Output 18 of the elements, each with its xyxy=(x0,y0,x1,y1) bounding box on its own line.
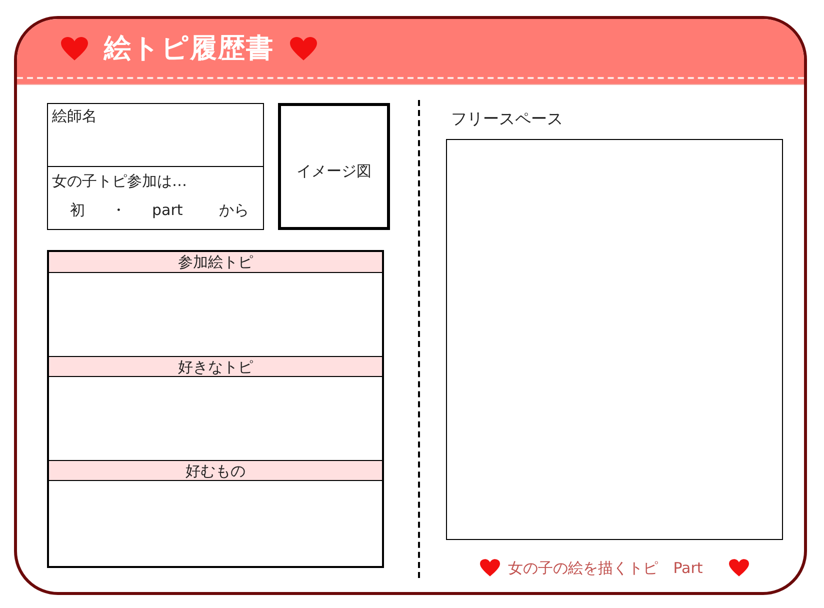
name-field[interactable]: 絵師名 xyxy=(48,104,263,167)
free-space-box[interactable] xyxy=(446,139,783,540)
image-label: イメージ図 xyxy=(296,161,372,182)
heart-icon xyxy=(480,559,500,578)
option-text: 初 xyxy=(70,200,85,220)
section-heading: 好きなトピ xyxy=(49,356,382,377)
free-space-label: フリースペース xyxy=(451,108,564,130)
heart-icon xyxy=(728,559,749,578)
heart-icon xyxy=(290,36,317,60)
footer-text: 女の子の絵を描くトピ Part xyxy=(508,558,703,579)
section-heading: 参加絵トピ xyxy=(49,252,382,273)
page-title: 絵トピ履歴書 xyxy=(104,35,274,62)
option-text: ・ xyxy=(111,200,126,220)
heart-icon xyxy=(61,36,88,60)
section-heading: 好むもの xyxy=(49,460,382,481)
option-text: から xyxy=(218,200,249,220)
participation-label: 女の子トピ参加は… xyxy=(51,171,188,192)
option-text: part xyxy=(152,200,183,220)
